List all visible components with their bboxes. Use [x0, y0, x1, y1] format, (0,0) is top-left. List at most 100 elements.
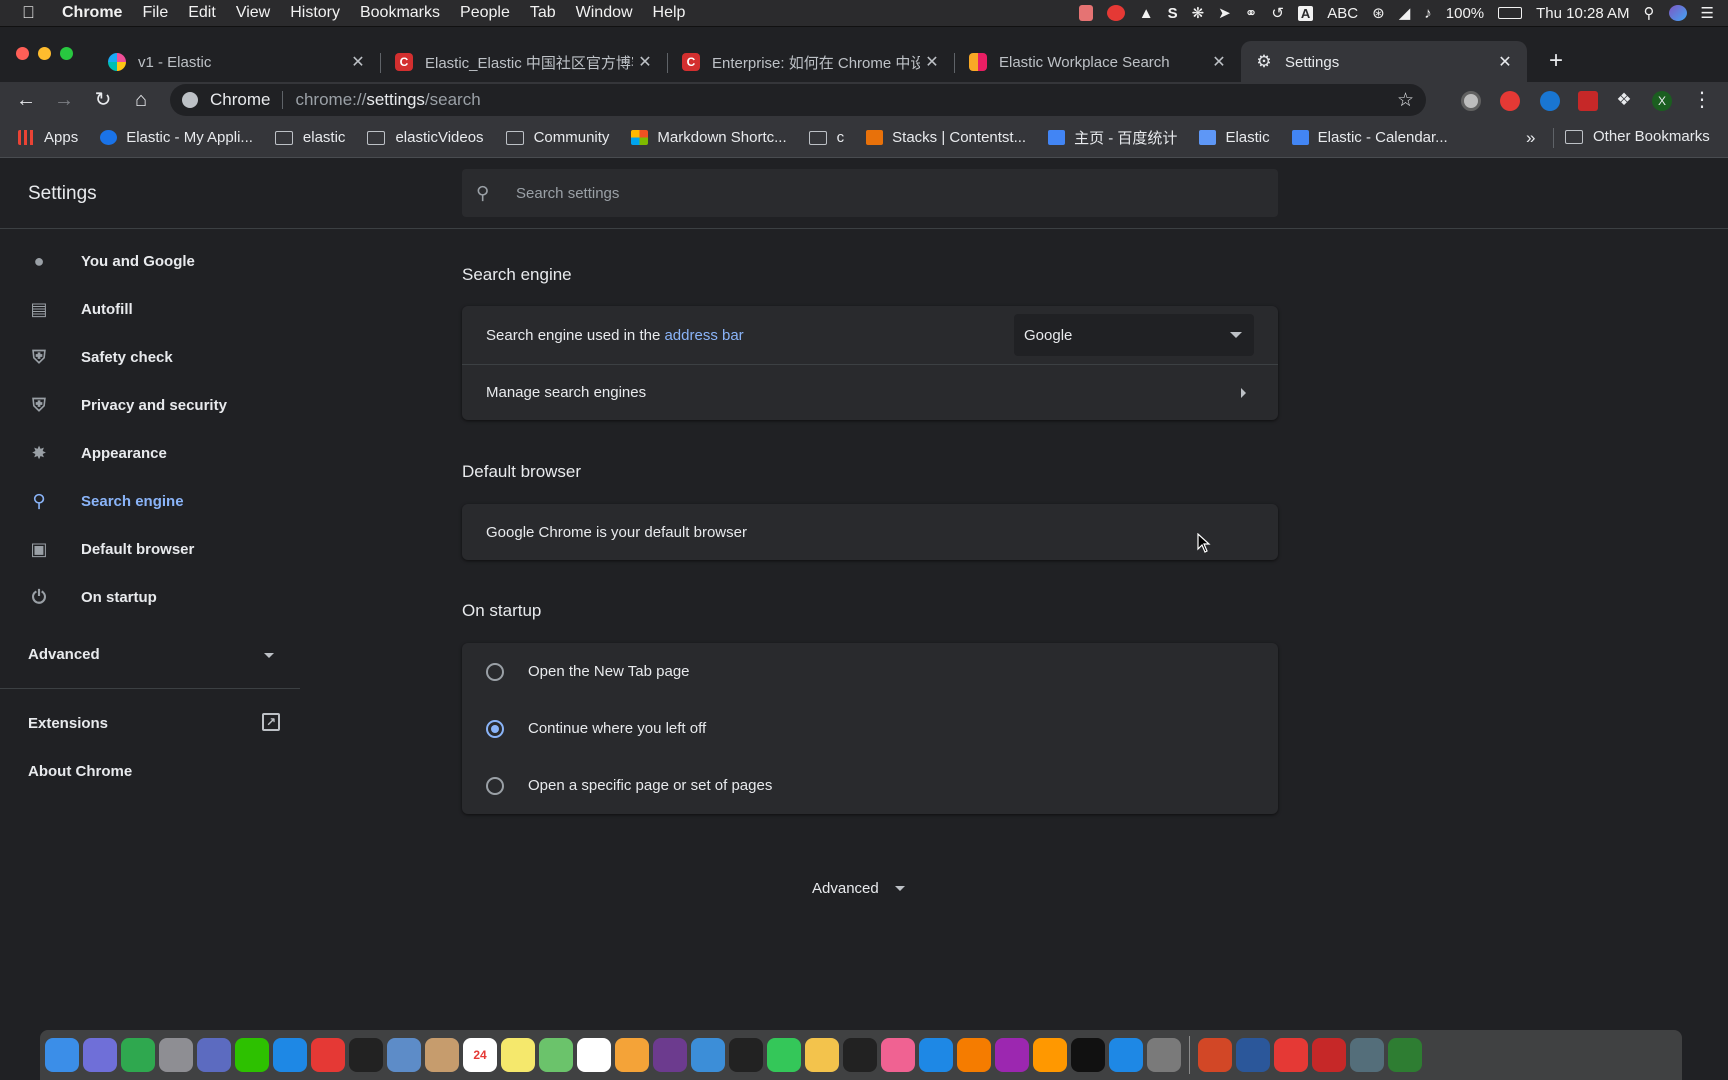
- bookmark-elastic-my-apps[interactable]: Elastic - My Appli...: [100, 129, 253, 146]
- battery-icon[interactable]: [1498, 7, 1523, 19]
- dock-app-icon[interactable]: [501, 1038, 535, 1072]
- menu-file[interactable]: File: [142, 4, 168, 22]
- bookmark-contentstack[interactable]: Stacks | Contentst...: [866, 129, 1026, 146]
- home-button[interactable]: ⌂: [129, 88, 153, 112]
- extensions-puzzle-icon[interactable]: ❖: [1612, 88, 1636, 112]
- startup-option-new-tab[interactable]: Open the New Tab page: [462, 643, 1278, 700]
- sidebar-item-search-engine[interactable]: ⚲ Search engine: [28, 485, 183, 517]
- dock-app-icon[interactable]: [425, 1038, 459, 1072]
- dock-app-icon[interactable]: [311, 1038, 345, 1072]
- dock-app-icon[interactable]: [1109, 1038, 1143, 1072]
- dock-app-icon[interactable]: [691, 1038, 725, 1072]
- forward-button[interactable]: →: [52, 88, 76, 112]
- time-machine-icon[interactable]: ↺: [1271, 4, 1284, 22]
- extension-blue-icon[interactable]: [1540, 91, 1560, 111]
- dock-app-icon[interactable]: [121, 1038, 155, 1072]
- dock-app-icon[interactable]: [45, 1038, 79, 1072]
- glasses-icon[interactable]: ⚭: [1245, 4, 1258, 22]
- bookmark-folder-elasticvideos[interactable]: elasticVideos: [367, 129, 484, 146]
- bookmark-elastic-calendar[interactable]: Elastic - Calendar...: [1291, 129, 1448, 146]
- dock-app-icon[interactable]: [615, 1038, 649, 1072]
- dock-app-icon[interactable]: [197, 1038, 231, 1072]
- dock-app-icon[interactable]: [1071, 1038, 1105, 1072]
- bookmark-elastic[interactable]: Elastic: [1199, 129, 1270, 146]
- startup-option-specific-pages[interactable]: Open a specific page or set of pages: [462, 757, 1278, 814]
- window-close-button[interactable]: [16, 47, 29, 60]
- sidebar-advanced-toggle[interactable]: Advanced: [28, 646, 274, 663]
- reload-button[interactable]: ↻: [91, 88, 115, 112]
- radio-button[interactable]: [486, 776, 504, 795]
- dock-app-icon[interactable]: [1312, 1038, 1346, 1072]
- url-text[interactable]: chrome://settings/search: [295, 90, 480, 110]
- tab-close-icon[interactable]: ✕: [1207, 52, 1231, 72]
- notification-center-icon[interactable]: ☰: [1701, 4, 1714, 22]
- bookmark-folder-elastic[interactable]: elastic: [274, 129, 345, 146]
- dock-app-icon[interactable]: [1388, 1038, 1422, 1072]
- bookmark-star-icon[interactable]: ☆: [1397, 89, 1414, 112]
- bookmark-folder-c[interactable]: c: [808, 129, 844, 146]
- window-zoom-button[interactable]: [60, 47, 73, 60]
- radio-button[interactable]: [486, 662, 504, 681]
- settings-search[interactable]: ⚲: [462, 169, 1278, 217]
- extension-adblock-icon[interactable]: [1500, 91, 1520, 111]
- sidebar-item-extensions[interactable]: Extensions ↗: [28, 713, 280, 732]
- sidebar-item-default-browser[interactable]: ▣ Default browser: [28, 533, 194, 565]
- sidebar-item-on-startup[interactable]: ⏻ On startup: [28, 581, 157, 613]
- tab-close-icon[interactable]: ✕: [346, 52, 370, 72]
- dock-app-icon[interactable]: [1350, 1038, 1384, 1072]
- search-engine-select[interactable]: Google: [1014, 314, 1254, 356]
- advanced-settings-toggle[interactable]: Advanced: [812, 880, 905, 897]
- dock-app-icon[interactable]: [387, 1038, 421, 1072]
- dock-app-icon[interactable]: [957, 1038, 991, 1072]
- window-minimize-button[interactable]: [38, 47, 51, 60]
- dock-app-icon[interactable]: [653, 1038, 687, 1072]
- dock-calendar-icon[interactable]: 24: [463, 1038, 497, 1072]
- bluetooth-icon[interactable]: ⊛: [1372, 4, 1385, 22]
- bookmark-baidu-stats[interactable]: 主页 - 百度统计: [1048, 127, 1177, 148]
- tab-workplace-search[interactable]: Elastic Workplace Search ✕: [955, 41, 1241, 83]
- tab-close-icon[interactable]: ✕: [1493, 52, 1517, 72]
- s-app-icon[interactable]: S: [1168, 5, 1178, 22]
- apple-menu-icon[interactable]: : [22, 3, 44, 23]
- sidebar-item-autofill[interactable]: ▤ Autofill: [28, 293, 132, 325]
- menu-history[interactable]: History: [290, 4, 340, 22]
- radio-button-checked[interactable]: [486, 719, 504, 738]
- dock-app-icon[interactable]: [159, 1038, 193, 1072]
- address-bar-link[interactable]: address bar: [664, 327, 743, 344]
- dock-app-icon[interactable]: [881, 1038, 915, 1072]
- menu-window[interactable]: Window: [576, 4, 633, 22]
- dock-app-icon[interactable]: [235, 1038, 269, 1072]
- dock-app-icon[interactable]: [1274, 1038, 1308, 1072]
- dock-app-icon[interactable]: [805, 1038, 839, 1072]
- bookmark-apps[interactable]: Apps: [18, 129, 78, 146]
- startup-option-continue[interactable]: Continue where you left off: [462, 700, 1278, 757]
- menu-bar-clock[interactable]: Thu 10:28 AM: [1536, 5, 1629, 22]
- dock-app-icon[interactable]: [577, 1038, 611, 1072]
- bookmark-folder-community[interactable]: Community: [505, 129, 609, 146]
- new-tab-button[interactable]: +: [1544, 49, 1568, 73]
- back-button[interactable]: ←: [14, 88, 38, 112]
- sidebar-item-appearance[interactable]: ✸ Appearance: [28, 437, 166, 469]
- menu-view[interactable]: View: [236, 4, 270, 22]
- address-bar[interactable]: Chrome chrome://settings/search ☆: [170, 84, 1426, 116]
- sidebar-item-privacy-security[interactable]: ⛨ Privacy and security: [28, 389, 227, 421]
- other-bookmarks[interactable]: Other Bookmarks: [1565, 128, 1710, 145]
- dock-app-icon[interactable]: [539, 1038, 573, 1072]
- sidebar-item-safety-check[interactable]: ⛨ Safety check: [28, 341, 172, 373]
- volume-icon[interactable]: ♪: [1424, 5, 1432, 22]
- status-app-icon[interactable]: [1106, 5, 1125, 21]
- tab-close-icon[interactable]: ✕: [633, 52, 657, 72]
- input-method-icon[interactable]: A: [1297, 5, 1314, 21]
- send-icon[interactable]: ➤: [1218, 4, 1231, 22]
- menu-help[interactable]: Help: [653, 4, 686, 22]
- spotlight-search-icon[interactable]: ⚲: [1644, 4, 1655, 22]
- dock-app-icon[interactable]: [729, 1038, 763, 1072]
- dock-app-icon[interactable]: [843, 1038, 877, 1072]
- battery-percent[interactable]: 100%: [1446, 5, 1484, 22]
- manage-search-engines-row[interactable]: Manage search engines: [462, 365, 1278, 420]
- menu-edit[interactable]: Edit: [188, 4, 216, 22]
- bookmark-markdown-shortcuts[interactable]: Markdown Shortc...: [631, 129, 787, 146]
- menu-tab[interactable]: Tab: [530, 4, 556, 22]
- tab-close-icon[interactable]: ✕: [920, 52, 944, 72]
- status-app-icon[interactable]: [1078, 5, 1093, 21]
